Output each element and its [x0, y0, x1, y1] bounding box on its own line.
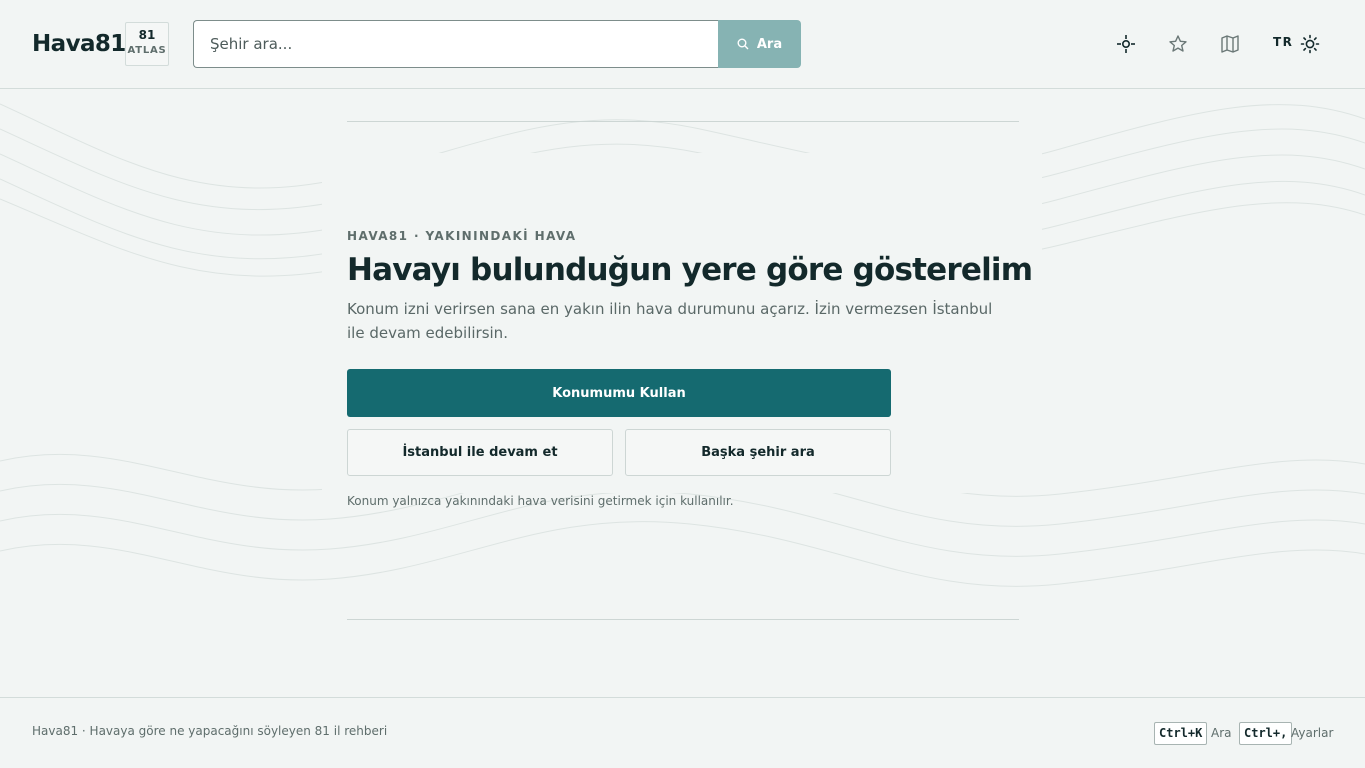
star-icon [1169, 35, 1187, 52]
theme-toggle[interactable] [1297, 31, 1323, 57]
header: Hava81 81 ATLAS Ara [0, 0, 1365, 89]
eyebrow-label: HAVA81 · YAKININDAKİ HAVA [347, 229, 577, 243]
search-shortcut-label[interactable]: Ara [1211, 726, 1232, 740]
search-button-label: Ara [756, 36, 783, 52]
brand-logo[interactable]: Hava81 [32, 29, 126, 59]
settings-shortcut-label[interactable]: Ayarlar [1291, 726, 1333, 740]
search-bar: Ara [193, 20, 801, 68]
search-other-city-button[interactable]: Başka şehir ara [625, 429, 891, 476]
continue-istanbul-button[interactable]: İstanbul ile devam et [347, 429, 613, 476]
settings-shortcut-key: Ctrl+, [1239, 722, 1293, 745]
bottom-divider [347, 619, 1019, 620]
background-waves [0, 103, 1365, 587]
favorites-button[interactable] [1165, 31, 1191, 57]
search-button[interactable]: Ara [718, 20, 801, 68]
page-title: Havayı bulunduğun yere göre gösterelim [347, 252, 1033, 288]
use-location-button[interactable]: Konumumu Kullan [347, 369, 891, 417]
badge-number: 81 [138, 28, 156, 42]
search-input[interactable] [193, 20, 718, 68]
footer-text: Hava81 · Havaya göre ne yapacağını söyle… [32, 724, 388, 738]
privacy-note: Konum yalnızca yakınındaki hava verisini… [347, 494, 734, 508]
page-description: Konum izni verirsen sana en yakın ilin h… [347, 300, 993, 342]
search-shortcut-key: Ctrl+K [1154, 722, 1208, 745]
language-toggle[interactable]: TR [1273, 35, 1293, 49]
sun-icon [1300, 34, 1320, 54]
locate-button[interactable] [1113, 31, 1139, 57]
top-divider [347, 121, 1019, 122]
atlas-badge: 81 ATLAS [125, 22, 169, 66]
footer: Hava81 · Havaya göre ne yapacağını söyle… [0, 697, 1365, 768]
map-icon [1221, 35, 1239, 53]
badge-label: ATLAS [127, 45, 167, 56]
locate-icon [1117, 35, 1135, 53]
map-button[interactable] [1217, 31, 1243, 57]
search-icon [737, 38, 749, 50]
